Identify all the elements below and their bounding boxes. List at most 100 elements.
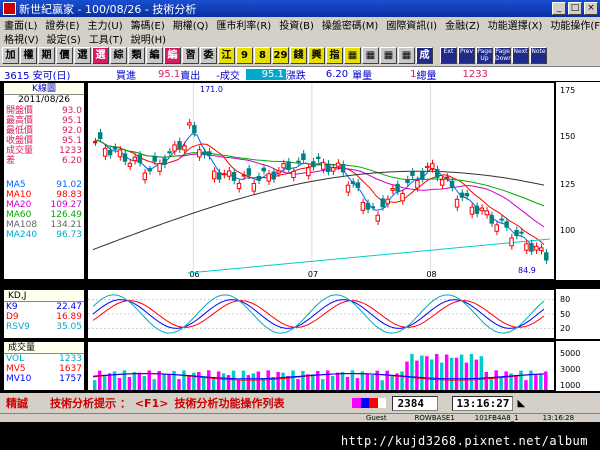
candle-body	[266, 173, 271, 182]
toolbar-button-7[interactable]: 類	[128, 47, 145, 64]
candle-body	[281, 163, 286, 169]
candle-body	[231, 172, 237, 181]
menu-row-2: 格視(V) 設定(S) 工具(T) 說明(H)	[0, 31, 600, 46]
status-hint-key[interactable]: <F1>	[135, 397, 169, 410]
menu-item-9[interactable]: 金融(Z)	[441, 17, 484, 32]
toolbar-button-6[interactable]: 綜	[110, 47, 127, 64]
candle-body	[489, 214, 494, 224]
menu-item-6[interactable]: 投資(B)	[275, 17, 318, 32]
toolbar-nav-button-2[interactable]: Page Up	[476, 47, 493, 64]
ma-label: MA60	[6, 210, 32, 220]
candle-body	[202, 151, 207, 156]
candle-body	[439, 179, 445, 186]
toolbar-nav-button-1[interactable]: Prev	[458, 47, 475, 64]
menu-item-3[interactable]: 籌碼(E)	[127, 17, 169, 32]
toolbar-button-1[interactable]: 權	[20, 47, 37, 64]
candle-body	[122, 153, 128, 162]
status-menu-icon[interactable]: ◣	[517, 398, 525, 409]
volume-bar	[301, 370, 305, 390]
candlestick-chart[interactable]: 06 07 08 171.0 84.9	[87, 82, 555, 280]
toolbar-button-4[interactable]: 選	[74, 47, 91, 64]
volume-bar	[469, 353, 474, 390]
menu-item-row2-2[interactable]: 工具(T)	[85, 31, 127, 46]
menu-item-4[interactable]: 期權(Q)	[169, 17, 213, 32]
hint-base: ROWBASE1	[414, 414, 455, 422]
toolbar-button-15[interactable]: 29	[272, 47, 289, 64]
volume-bar	[390, 375, 394, 390]
menu-item-8[interactable]: 國際資訊(I)	[382, 17, 441, 32]
toolbar-button-0[interactable]: 加	[2, 47, 19, 64]
volume-bar	[345, 376, 350, 390]
close-button[interactable]: ×	[584, 2, 598, 15]
menu-item-row2-0[interactable]: 格視(V)	[0, 31, 43, 46]
toolbar-button-14[interactable]: 8	[254, 47, 271, 64]
volume-bar	[127, 376, 132, 390]
total-label: 總量	[416, 70, 437, 82]
volume-header: 成交量	[4, 342, 84, 354]
candle-body	[97, 132, 103, 140]
volume-chart[interactable]	[87, 341, 555, 391]
menu-item-1[interactable]: 證券(E)	[41, 17, 83, 32]
menu-item-7[interactable]: 操盤密碼(M)	[318, 17, 382, 32]
toolbar-button-19[interactable]: ▦	[344, 47, 361, 64]
toolbar-button-11[interactable]: 委	[200, 47, 217, 64]
volume-bar	[137, 372, 142, 390]
maximize-button[interactable]: □	[568, 2, 582, 15]
toolbar-nav-button-0[interactable]: Ext	[440, 47, 457, 64]
toolbar-button-17[interactable]: 興	[308, 47, 325, 64]
candle-body	[107, 149, 113, 156]
minimize-button[interactable]: _	[552, 2, 566, 15]
kline-date: 2011/08/26	[18, 95, 70, 105]
candle-body	[534, 245, 539, 251]
status-code: 2384	[392, 395, 439, 411]
candle-body	[316, 156, 321, 160]
toolbar-button-18[interactable]: 指	[326, 47, 343, 64]
menu-item-row2-3[interactable]: 說明(H)	[127, 31, 170, 46]
candle-body	[306, 167, 311, 177]
toolbar-button-12[interactable]: 江	[218, 47, 235, 64]
candle-body	[321, 162, 326, 170]
toolbar-button-22[interactable]: ▦	[398, 47, 415, 64]
kline-row: 最低價 92.0	[4, 126, 84, 136]
candle-body	[514, 229, 519, 237]
toolbar-nav-button-3[interactable]: Page Down	[494, 47, 512, 64]
menu-item-11[interactable]: 功能操作(F)	[546, 17, 600, 32]
volume-info-panel: 成交量 VOL 1233 MV5 1637 MV10 1757	[3, 341, 85, 391]
vol-value: 1757	[59, 374, 82, 384]
window-title: 新世紀贏家 - 100/08/26 - 技術分析	[19, 2, 197, 16]
candle-body	[499, 218, 504, 221]
menu-item-row2-1[interactable]: 設定(S)	[43, 31, 85, 46]
toolbar-button-20[interactable]: ▦	[362, 47, 379, 64]
menu-item-0[interactable]: 畫面(L)	[0, 17, 41, 32]
candle-body	[167, 151, 172, 154]
candle-body	[340, 163, 346, 173]
toolbar-button-3[interactable]: 價	[56, 47, 73, 64]
toolbar-button-9[interactable]: 編	[164, 47, 181, 64]
kline-value: 93.0	[61, 106, 82, 116]
toolbar-button-5[interactable]: 選	[92, 47, 109, 64]
toolbar-nav-button-5[interactable]: Note	[530, 47, 547, 64]
menu-item-5[interactable]: 匯市利率(R)	[212, 17, 275, 32]
toolbar-button-10[interactable]: 習	[182, 47, 199, 64]
volume-bar	[544, 371, 548, 390]
kline-label: 最低價	[6, 126, 34, 136]
candle-body	[335, 162, 341, 167]
candle-body	[152, 155, 157, 162]
kline-label: 收盤價	[6, 136, 34, 146]
menu-item-2[interactable]: 主力(U)	[84, 17, 127, 32]
toolbar-nav-button-4[interactable]: Next	[512, 47, 529, 64]
kline-value: 1233	[59, 146, 82, 156]
toolbar-button-2[interactable]: 期	[38, 47, 55, 64]
toolbar-button-8[interactable]: 編	[146, 47, 163, 64]
toolbar-button-13[interactable]: 9	[236, 47, 253, 64]
toolbar-button-23[interactable]: 成	[416, 47, 433, 64]
volume-bar	[142, 376, 147, 390]
candle-body	[415, 179, 420, 189]
menu-item-10[interactable]: 功能選擇(X)	[484, 17, 547, 32]
volume-bar	[231, 370, 236, 390]
kd-chart[interactable]	[87, 289, 555, 339]
toolbar-button-21[interactable]: ▦	[380, 47, 397, 64]
volume-bar	[246, 375, 251, 390]
month-label: 07	[308, 270, 318, 279]
toolbar-button-16[interactable]: 錢	[290, 47, 307, 64]
